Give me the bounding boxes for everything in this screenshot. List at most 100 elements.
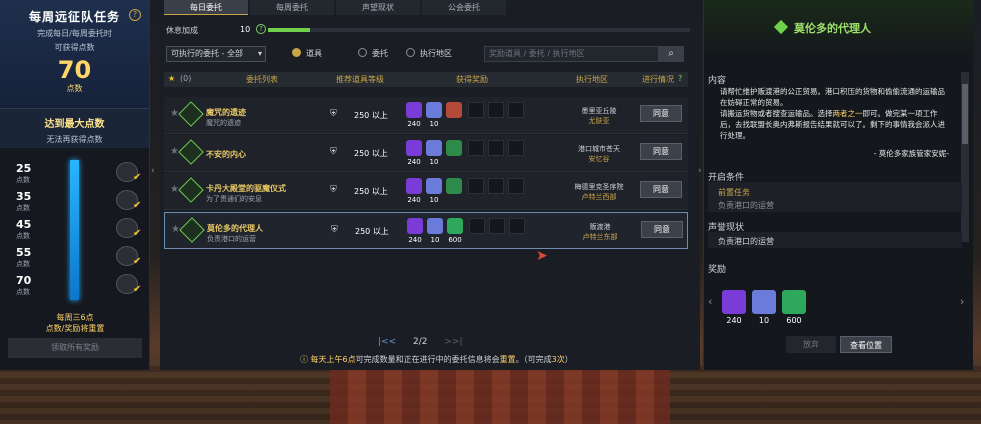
- reward-count: 240: [408, 236, 422, 244]
- radio-label: 执行地区: [420, 49, 452, 58]
- quest-level: 250 以上: [355, 227, 389, 236]
- filter-dropdown[interactable]: 可执行的委托 - 全部 ▾: [166, 46, 266, 62]
- tab-reputation[interactable]: 声望现状: [336, 0, 420, 15]
- quest-detail-panel: 莫伦多的代理人 内容 请帮忙维护贩渡港的公正贸易。港口积压的货物和偷偷流通的运输…: [703, 0, 974, 370]
- mouse-cursor-icon: ➤: [536, 248, 548, 264]
- accept-button[interactable]: 同意: [641, 221, 683, 238]
- max-points-sub: 无法再获得点数: [46, 135, 103, 144]
- quest-sub: 为了贵通们的安息: [206, 195, 262, 203]
- crystal-icon: [426, 102, 442, 118]
- pager: |<< 2/2 >>|: [378, 337, 462, 347]
- search-icon[interactable]: ⌕: [658, 46, 684, 62]
- content-text: 请帮忙维护贩渡港的公正贸易。港口积压的货物和偷偷流通的运输品在妨碍正常的贸易。 …: [720, 86, 950, 141]
- tab-bar: 每日委托 每周委托 声望现状 公会委托: [164, 0, 508, 15]
- rest-bonus-value: 10: [240, 25, 251, 34]
- helmet-icon: ⛨: [330, 109, 337, 119]
- green-crystal-icon[interactable]: [782, 290, 806, 314]
- help-icon[interactable]: ?: [129, 9, 141, 21]
- reward-count: 10: [429, 158, 439, 166]
- max-points-title: 达到最大点数: [44, 119, 105, 130]
- radio-item[interactable]: 道具: [292, 48, 322, 59]
- page-first-icon[interactable]: |<<: [378, 337, 396, 347]
- radio-region[interactable]: 执行地区: [406, 48, 452, 59]
- col-level: 推荐道具等级: [336, 75, 384, 84]
- empty-slot: [468, 178, 484, 194]
- check-icon: ✔: [133, 228, 142, 239]
- help-icon[interactable]: ?: [678, 74, 682, 83]
- claim-all-button[interactable]: 领取所有奖励: [8, 338, 142, 358]
- fav-count: (0): [180, 74, 192, 83]
- note-count: 3次: [551, 355, 565, 364]
- radio-quest[interactable]: 委托: [358, 48, 388, 59]
- tier-unit: 点数: [16, 204, 30, 212]
- content-highlight: 两者之一: [832, 109, 863, 118]
- empty-slot: [508, 178, 524, 194]
- crystal-icon: [426, 140, 442, 156]
- purple-gem-icon[interactable]: [722, 290, 746, 314]
- tab-weekly[interactable]: 每周委托: [250, 0, 334, 15]
- content-para-1: 请帮忙维护贩渡港的公正贸易。港口积压的货物和偷偷流通的运输品在妨碍正常的贸易。: [720, 87, 945, 107]
- chevron-down-icon: ▾: [257, 49, 262, 58]
- col-region: 执行地区: [576, 75, 608, 84]
- accept-button[interactable]: 同意: [640, 143, 682, 160]
- chevron-right-icon[interactable]: ›: [960, 295, 964, 308]
- quest-sub: 负责港口的运营: [207, 235, 256, 243]
- region-area: 安忆谷: [588, 155, 610, 163]
- quest-emblem-icon: [178, 101, 204, 127]
- weekly-title: 每周远征队任务: [28, 10, 120, 24]
- reputation-value: 负责港口的运营: [718, 237, 774, 246]
- empty-slot: [488, 178, 504, 194]
- accept-button[interactable]: 同意: [640, 105, 682, 122]
- quest-level: 250 以上: [354, 149, 388, 158]
- quest-level: 250 以上: [354, 111, 388, 120]
- table-row[interactable]: ★ 卡丹大殿堂的驱魔仪式 为了贵通们的安息 ⛨ 250 以上 240 10 梅德里克…: [164, 173, 688, 210]
- tier-row: 45 点数 ✔: [8, 216, 144, 240]
- note-text: 可完成数量和正在进行中的委托信息将会: [355, 355, 500, 364]
- table-row[interactable]: ★ 魔咒的遗迹 魔咒的遗迹 ⛨ 250 以上 240 10 墨里亚丘陵 尤肤亚 同意: [164, 97, 688, 134]
- region-name: 墨里亚丘陵: [581, 107, 617, 115]
- quest-emblem-icon: [178, 139, 204, 165]
- reward-count: 10: [430, 236, 440, 244]
- tier-row: 70 点数 ✔: [8, 272, 144, 296]
- quest-name: 卡丹大殿堂的驱魔仪式: [206, 184, 286, 193]
- chevron-left-icon: ‹: [151, 166, 155, 176]
- region-area: 卢特兰东部: [582, 233, 618, 241]
- tab-daily[interactable]: 每日委托: [164, 0, 248, 15]
- crystal-icon[interactable]: [752, 290, 776, 314]
- col-reward: 获得奖励: [456, 75, 488, 84]
- table-row-selected[interactable]: ★ 莫伦多的代理人 负责港口的运营 ⛨ 250 以上 240 10 600 贩渡港卢…: [164, 212, 688, 249]
- empty-slot: [468, 140, 484, 156]
- check-icon: ✔: [133, 284, 142, 295]
- radio-icon: [358, 48, 367, 57]
- accept-button[interactable]: 同意: [640, 181, 682, 198]
- chevron-left-icon[interactable]: ‹: [708, 295, 712, 308]
- search-input[interactable]: 奖励道具 / 委托 / 执行地区: [484, 46, 684, 62]
- star-icon[interactable]: ★: [168, 74, 175, 83]
- help-icon[interactable]: ?: [256, 24, 266, 34]
- reward-label: 奖励: [708, 265, 727, 275]
- scrollbar[interactable]: [961, 72, 969, 242]
- empty-slot: [489, 218, 505, 234]
- note-text-2: 。（可完成: [515, 355, 552, 364]
- reward-count: 10: [429, 196, 439, 204]
- scroll-thumb[interactable]: [962, 84, 968, 144]
- reward-count: 10: [429, 120, 439, 128]
- page-last-icon[interactable]: >>|: [444, 337, 462, 347]
- note-time: 每天上午6点: [310, 355, 356, 364]
- weekly-desc-1: 完成每日/每周委托时: [37, 29, 112, 38]
- tab-guild[interactable]: 公会委托: [422, 0, 506, 15]
- purple-gem-icon: [406, 178, 422, 194]
- tier-row: 25 点数 ✔: [8, 160, 144, 184]
- chest-icon: [446, 102, 462, 118]
- view-location-button[interactable]: 查看位置: [840, 336, 892, 353]
- col-list: 委托列表: [246, 75, 278, 84]
- table-row[interactable]: ★ 不安的内心 ⛨ 250 以上 240 10 港口城市苍天 安忆谷 同意: [164, 135, 688, 172]
- empty-slot: [508, 102, 524, 118]
- reward-count: 240: [407, 196, 421, 204]
- tier-unit: 点数: [16, 288, 30, 296]
- tier-track: 25 点数 ✔ 35 点数 ✔ 45 点数 ✔ 55 点数 ✔ 70 点数 ✔: [8, 160, 144, 300]
- rest-bonus-label: 休息加成: [166, 26, 198, 35]
- empty-slot: [488, 102, 504, 118]
- abandon-button[interactable]: 放弃: [786, 336, 836, 353]
- tier-value: 25: [16, 162, 32, 175]
